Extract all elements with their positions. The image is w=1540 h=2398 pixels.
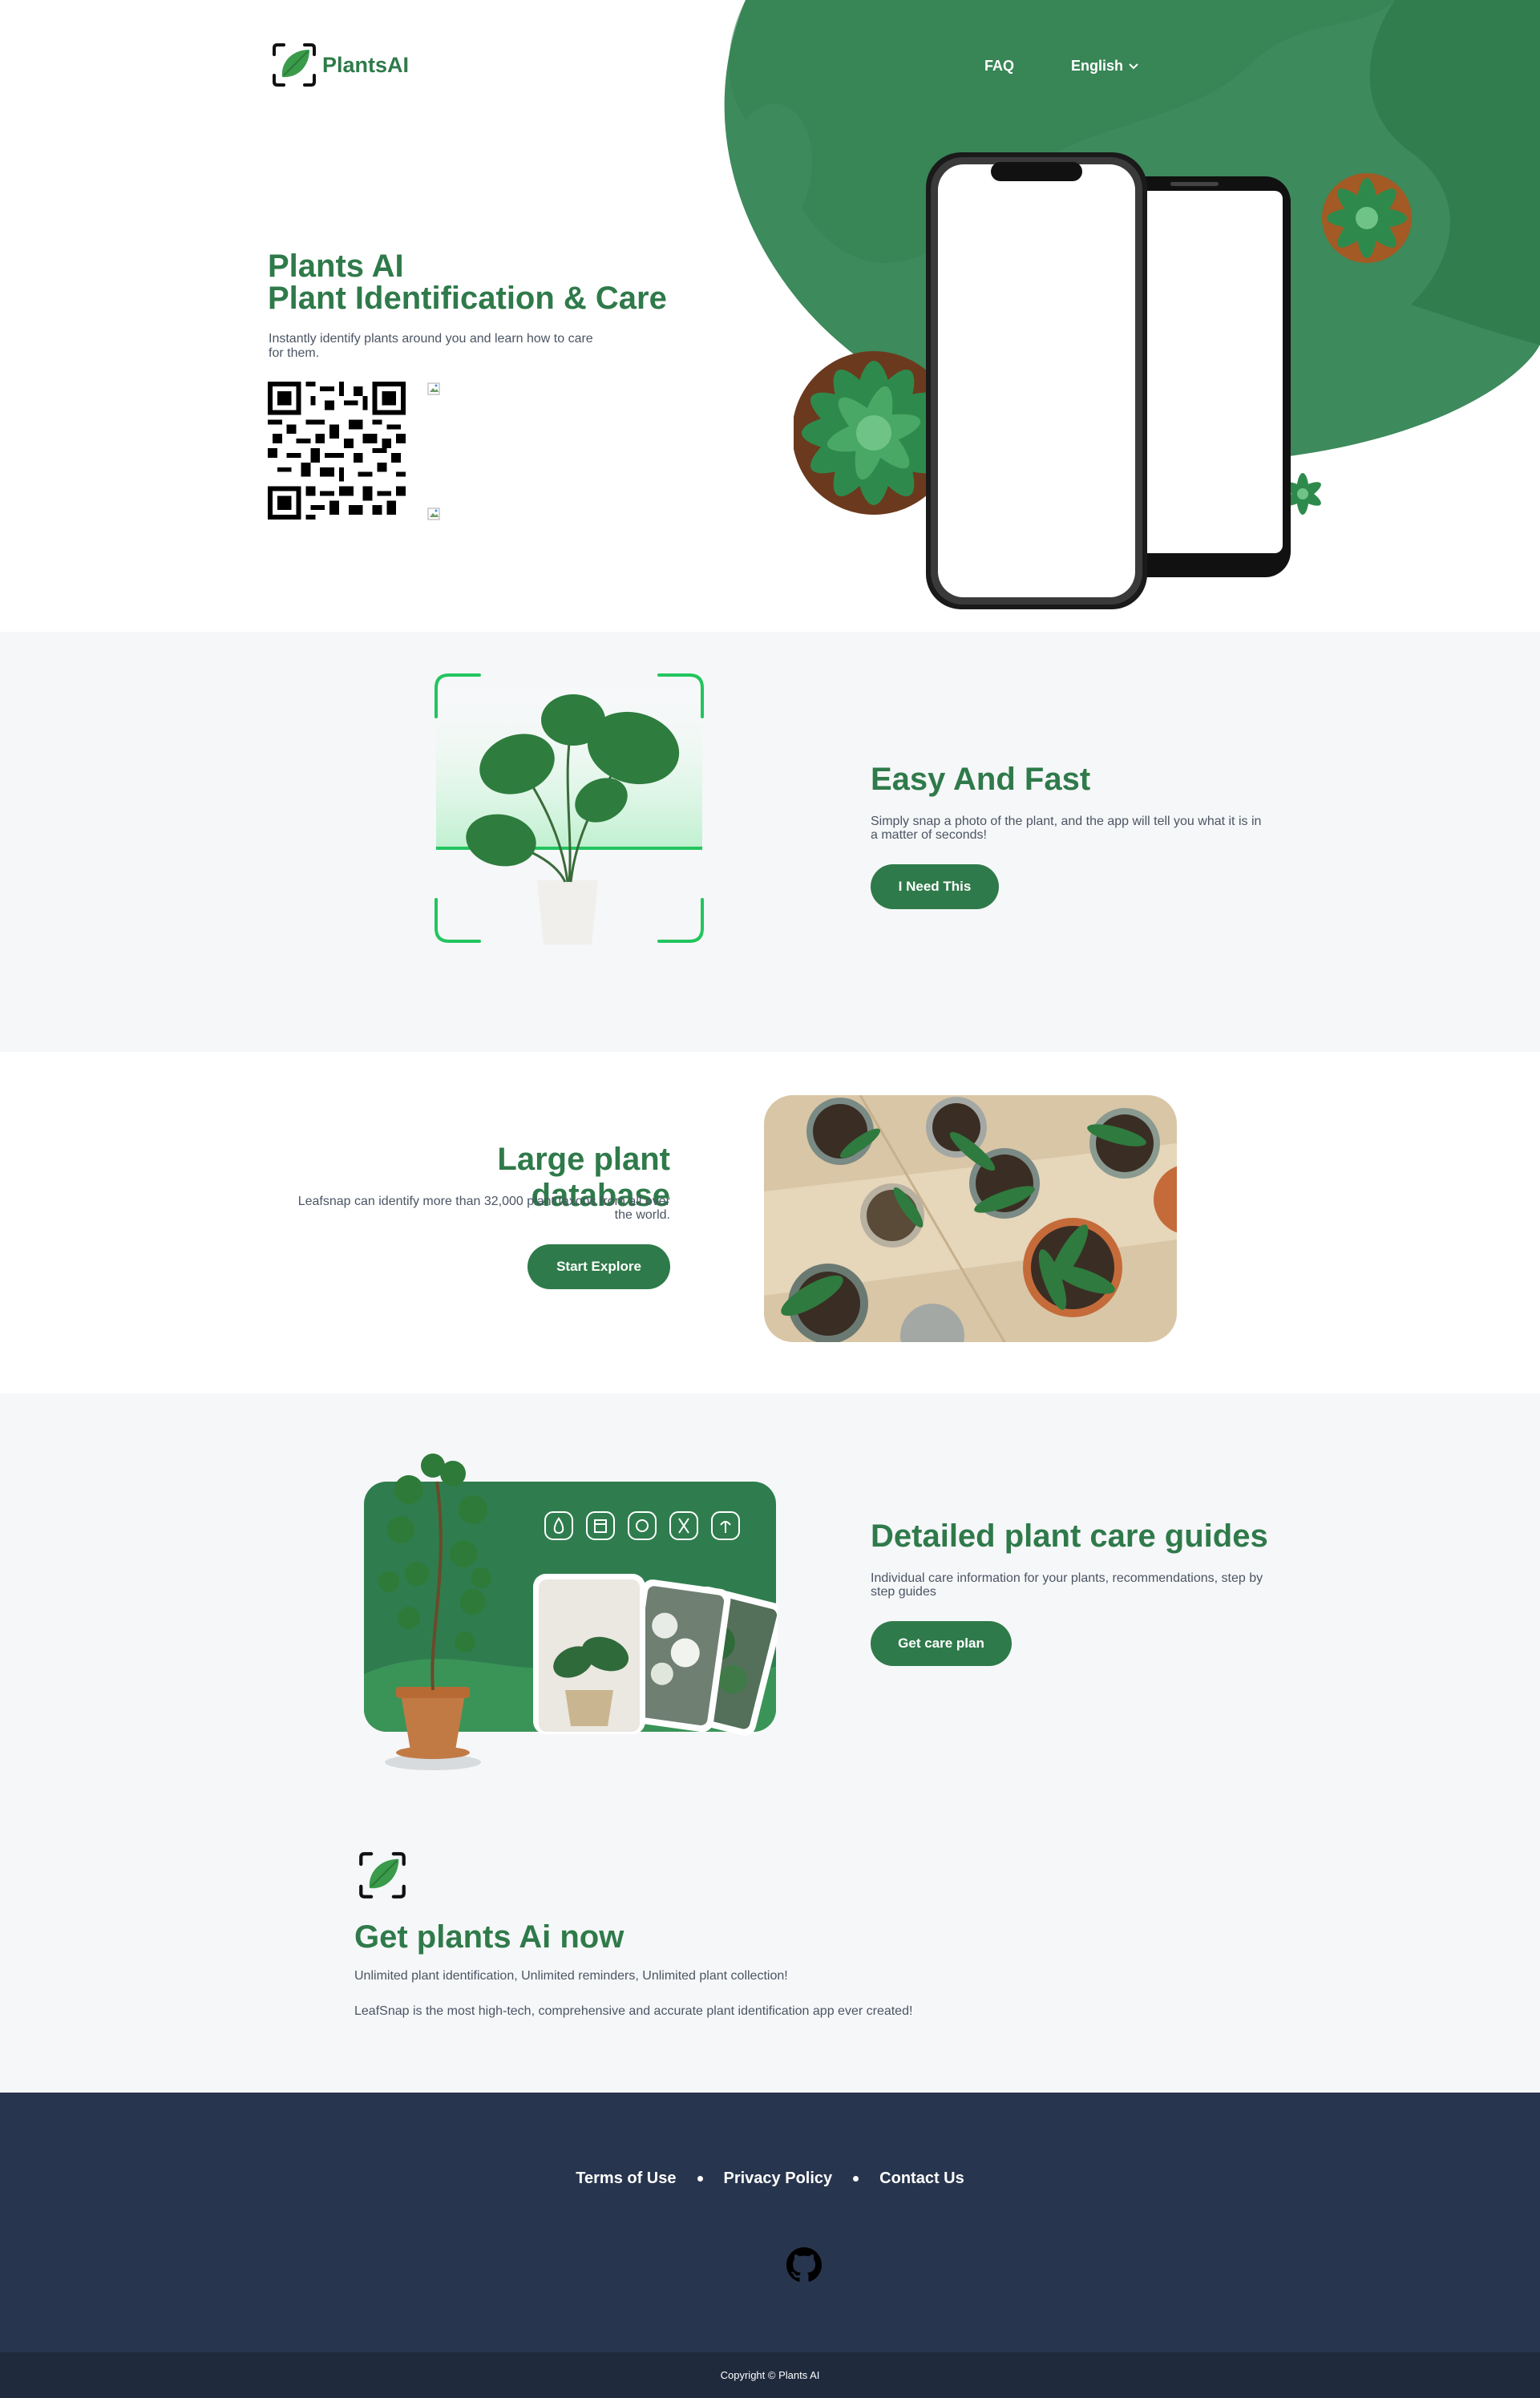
footer-separator-dot (697, 2176, 703, 2182)
plant-database-description: Leafsnap can identify more than 32,000 p… (297, 1195, 670, 1222)
get-plants-ai-line-2: LeafSnap is the most high-tech, comprehe… (354, 2004, 913, 2018)
footer-privacy-link[interactable]: Privacy Policy (724, 2170, 833, 2188)
i-need-this-button[interactable]: I Need This (871, 864, 999, 909)
hero-subtitle: Instantly identify plants around you and… (269, 332, 593, 360)
plant-database-section: Large plant database Leafsnap can identi… (0, 1052, 1540, 1393)
language-label: English (1071, 58, 1124, 74)
google-play-badge-image[interactable] (427, 507, 442, 521)
start-explore-button[interactable]: Start Explore (527, 1244, 670, 1289)
hero-title-line-1: Plants AI (268, 249, 404, 284)
app-store-badge-image[interactable] (427, 382, 442, 396)
site-footer (0, 2093, 1540, 2352)
brand-name: PlantsAI (322, 52, 410, 77)
qr-code (268, 382, 406, 520)
easy-fast-description: Simply snap a photo of the plant, and th… (871, 815, 1262, 842)
potted-plants-photo (764, 1095, 1177, 1342)
hero-title: Plants AI Plant Identification & Care (268, 250, 667, 314)
chevron-down-icon (1129, 63, 1138, 69)
get-plants-ai-line-1: Unlimited plant identification, Unlimite… (354, 1969, 788, 1983)
hero-section: PlantsAI FAQ English Plants AI Plant Ide… (0, 0, 1540, 632)
footer-contact-link[interactable]: Contact Us (879, 2170, 964, 2188)
care-guides-section: Detailed plant care guides Individual ca… (0, 1393, 1540, 2091)
care-guides-description: Individual care information for your pla… (871, 1571, 1263, 1599)
get-care-plan-button[interactable]: Get care plan (871, 1621, 1012, 1666)
footer-terms-link[interactable]: Terms of Use (576, 2170, 676, 2188)
footer-separator-dot (853, 2176, 859, 2182)
footer-links: Terms of Use Privacy Policy Contact Us (0, 2170, 1540, 2188)
copyright-bar: Copyright © Plants AI (0, 2352, 1540, 2398)
hero-title-line-2: Plant Identification & Care (268, 281, 667, 316)
care-guides-illustration (364, 1454, 778, 1770)
language-selector[interactable]: English (1071, 58, 1139, 75)
easy-fast-section: Easy And Fast Simply snap a photo of the… (0, 632, 1540, 1052)
github-icon[interactable] (786, 2247, 822, 2283)
copyright-text: Copyright © Plants AI (720, 2369, 820, 2381)
get-plants-ai-title: Get plants Ai now (354, 1919, 624, 1955)
nav-faq-link[interactable]: FAQ (984, 58, 1014, 75)
scan-plant-illustration (435, 673, 704, 944)
brand-logo[interactable]: PlantsAI (271, 42, 409, 88)
leaf-logo-icon-small (359, 1852, 406, 1899)
succulent-small-top (1322, 173, 1412, 263)
hero-phones-illustration (794, 152, 1412, 609)
care-guides-title: Detailed plant care guides (871, 1518, 1268, 1554)
leaf-logo-icon (271, 42, 317, 88)
easy-fast-title: Easy And Fast (871, 762, 1091, 797)
